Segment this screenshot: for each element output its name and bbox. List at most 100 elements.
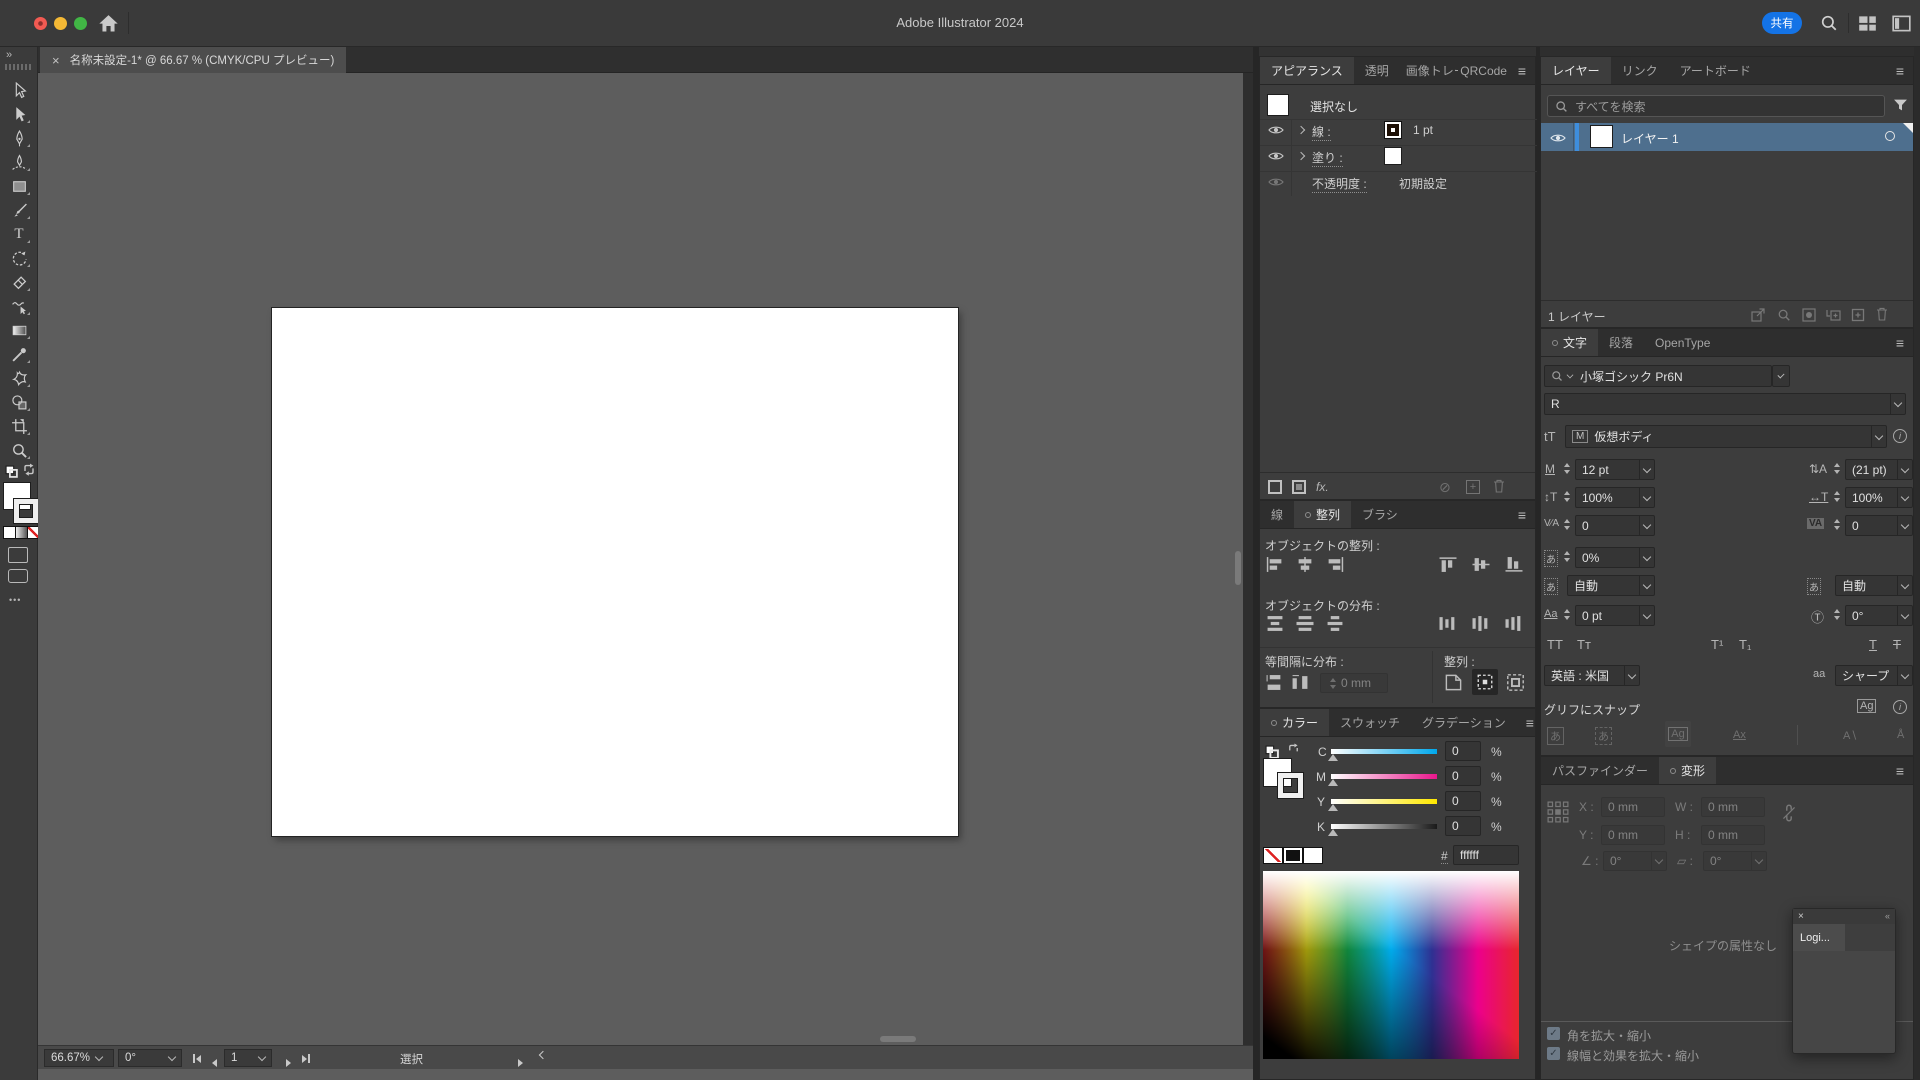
magenta-slider[interactable] bbox=[1331, 774, 1437, 779]
tab-appearance[interactable]: アピアランス bbox=[1260, 57, 1354, 84]
underline-icon[interactable]: T bbox=[1869, 637, 1877, 652]
x-field[interactable]: 0 mm bbox=[1601, 797, 1665, 817]
panel-menu-icon[interactable]: ≡ bbox=[1509, 501, 1535, 528]
horizontal-scrollbar-thumb[interactable] bbox=[880, 1036, 916, 1042]
floating-panel-header[interactable]: × « bbox=[1793, 909, 1895, 924]
tab-pathfinder[interactable]: パスファインダー bbox=[1541, 757, 1659, 784]
subscript-icon[interactable]: T₁ bbox=[1739, 637, 1751, 652]
tab-gradient[interactable]: グラデーション bbox=[1411, 709, 1517, 736]
leading-field[interactable]: (21 pt) bbox=[1845, 459, 1913, 480]
font-style-field[interactable]: R bbox=[1544, 393, 1906, 415]
zoom-level-select[interactable]: 66.67% bbox=[44, 1049, 114, 1067]
pen-tool-icon[interactable] bbox=[5, 127, 33, 150]
tab-links[interactable]: リンク bbox=[1611, 57, 1669, 84]
style-set-field[interactable]: M 仮想ボディ bbox=[1565, 425, 1887, 448]
opacity-label[interactable]: 不透明度 : bbox=[1312, 175, 1367, 193]
type-tool-icon[interactable]: T bbox=[5, 223, 33, 246]
small-caps-icon[interactable]: Tт bbox=[1577, 637, 1591, 652]
snap-angular-guide-icon[interactable]: A∖ bbox=[1843, 729, 1857, 742]
snap-glyph-bounds-icon[interactable]: Ag bbox=[1665, 721, 1691, 747]
none-swatch[interactable] bbox=[1264, 848, 1282, 863]
align-top-icon[interactable] bbox=[1438, 556, 1458, 573]
paintbrush-tool-icon[interactable] bbox=[5, 199, 33, 222]
stroke-color-swatch[interactable] bbox=[14, 499, 38, 523]
distribute-right-icon[interactable] bbox=[1504, 615, 1524, 632]
tab-align[interactable]: 整列 bbox=[1294, 501, 1351, 528]
black-slider[interactable] bbox=[1331, 824, 1437, 829]
h-distribute-space-icon[interactable] bbox=[1291, 674, 1309, 691]
eye-icon[interactable] bbox=[1268, 150, 1284, 162]
horizontal-scale-stepper[interactable] bbox=[1831, 491, 1843, 502]
swap-fill-stroke-icon[interactable] bbox=[22, 463, 36, 477]
make-mask-icon[interactable] bbox=[1802, 308, 1816, 322]
snap-baseline-icon[interactable]: あ bbox=[1595, 727, 1612, 745]
close-icon[interactable]: × bbox=[1798, 912, 1804, 922]
tab-character[interactable]: 文字 bbox=[1541, 329, 1598, 356]
tab-stroke[interactable]: 線 bbox=[1260, 501, 1294, 528]
align-to-artboard-icon[interactable] bbox=[1444, 673, 1463, 692]
slider-thumb[interactable] bbox=[1328, 804, 1338, 811]
snap-glyph-badge-icon[interactable]: Ag bbox=[1857, 699, 1876, 713]
curvature-tool-icon[interactable] bbox=[5, 151, 33, 174]
tsume-stepper[interactable] bbox=[1561, 551, 1573, 562]
layer-row[interactable]: レイヤー 1 bbox=[1541, 123, 1913, 151]
artboard-number-select[interactable]: 1 bbox=[224, 1049, 272, 1067]
toolbar-collapse-icon[interactable]: » bbox=[6, 49, 12, 61]
all-caps-icon[interactable]: TT bbox=[1547, 637, 1563, 652]
document-tab-close-icon[interactable]: × bbox=[52, 53, 60, 68]
layer-thumbnail[interactable] bbox=[1591, 126, 1612, 147]
snap-x-height-icon[interactable]: Ax bbox=[1733, 729, 1746, 741]
magenta-value-field[interactable]: 0 bbox=[1445, 766, 1481, 786]
clear-appearance-icon[interactable]: ⊘ bbox=[1439, 479, 1451, 496]
tab-artboards[interactable]: アートボード bbox=[1669, 57, 1762, 84]
distribute-top-icon[interactable] bbox=[1265, 615, 1285, 632]
black-swatch[interactable] bbox=[1284, 848, 1302, 863]
first-artboard-icon[interactable] bbox=[193, 1054, 201, 1063]
tab-swatches[interactable]: スウォッチ bbox=[1329, 709, 1411, 736]
stroke-color-proxy[interactable] bbox=[1278, 773, 1303, 798]
stroke-color-swatch[interactable] bbox=[1384, 121, 1402, 139]
yellow-value-field[interactable]: 0 bbox=[1445, 791, 1481, 811]
screen-mode-button[interactable] bbox=[8, 569, 28, 583]
floating-panel[interactable]: × « Logi... bbox=[1792, 908, 1896, 1054]
reference-point-grid[interactable] bbox=[1547, 801, 1569, 823]
color-spectrum[interactable] bbox=[1263, 871, 1519, 1059]
kerning-stepper[interactable] bbox=[1561, 519, 1573, 530]
stroke-label[interactable]: 線 : bbox=[1312, 123, 1331, 141]
scale-strokes-checkbox[interactable]: ✓ bbox=[1547, 1047, 1560, 1060]
snap-anchor-icon[interactable]: Å bbox=[1897, 729, 1904, 741]
distribute-spacing-field[interactable]: 0 mm bbox=[1320, 673, 1388, 693]
eye-icon[interactable] bbox=[1268, 176, 1284, 188]
artboard[interactable] bbox=[272, 308, 958, 836]
tab-qrcode[interactable]: QRCode M bbox=[1458, 57, 1509, 84]
align-bottom-icon[interactable] bbox=[1504, 556, 1524, 573]
filter-icon[interactable] bbox=[1893, 98, 1908, 112]
v-distribute-space-icon[interactable] bbox=[1265, 674, 1283, 691]
cyan-slider[interactable] bbox=[1331, 749, 1437, 754]
shape-builder-tool-icon[interactable] bbox=[5, 391, 33, 414]
eye-icon[interactable] bbox=[1268, 124, 1284, 136]
vertical-scale-field[interactable]: 100% bbox=[1575, 487, 1655, 508]
document-tab[interactable]: × 名称未設定-1* @ 66.67 % (CMYK/CPU プレビュー) bbox=[40, 47, 346, 73]
info-icon[interactable]: i bbox=[1893, 700, 1907, 714]
direct-selection-tool-icon[interactable] bbox=[5, 103, 33, 126]
slider-thumb[interactable] bbox=[1328, 829, 1338, 836]
font-size-field[interactable]: 12 pt bbox=[1575, 459, 1655, 480]
tab-transparency[interactable]: 透明 bbox=[1354, 57, 1400, 84]
artboard-tool-icon[interactable] bbox=[5, 415, 33, 438]
eyedropper-tool-icon[interactable] bbox=[5, 343, 33, 366]
strikethrough-icon[interactable]: T bbox=[1893, 637, 1901, 652]
shaper-tool-icon[interactable] bbox=[5, 295, 33, 318]
font-family-field[interactable]: 小塚ゴシック Pr6N bbox=[1544, 365, 1772, 387]
layers-search-input[interactable]: すべてを検索 bbox=[1547, 95, 1885, 117]
aki-right-field[interactable]: 自動 bbox=[1835, 575, 1913, 596]
collect-for-export-icon[interactable] bbox=[1751, 308, 1765, 322]
language-field[interactable]: 英語 : 米国 bbox=[1544, 665, 1640, 686]
hex-value-field[interactable]: ffffff bbox=[1453, 845, 1519, 865]
scale-corners-checkbox[interactable]: ✓ bbox=[1547, 1027, 1560, 1040]
align-left-icon[interactable] bbox=[1265, 556, 1285, 573]
panel-menu-icon[interactable]: ≡ bbox=[1887, 57, 1913, 84]
y-field[interactable]: 0 mm bbox=[1601, 825, 1665, 845]
baseline-shift-stepper[interactable] bbox=[1561, 609, 1573, 620]
info-icon[interactable]: i bbox=[1893, 429, 1907, 443]
